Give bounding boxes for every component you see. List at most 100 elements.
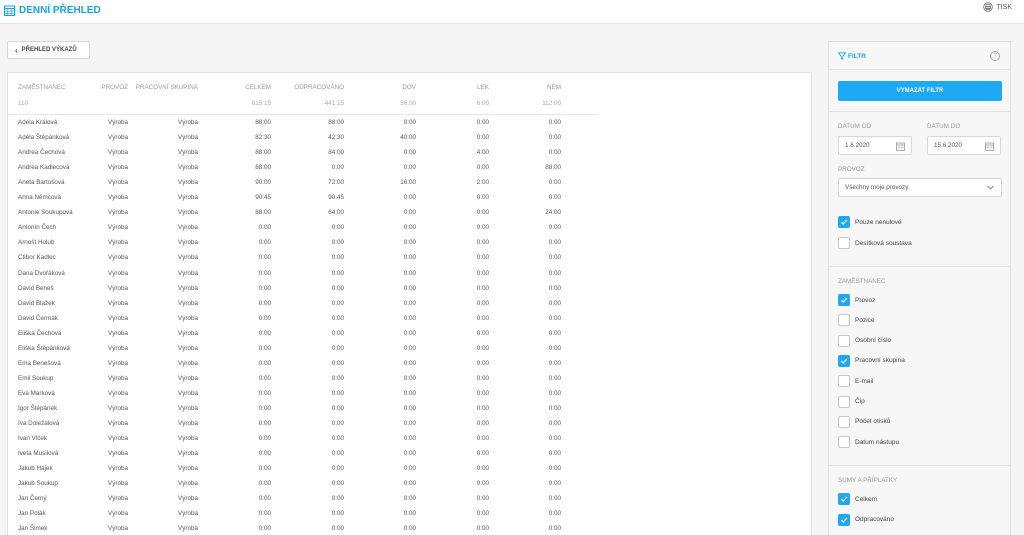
header-employee[interactable]: ZAMĚSTNANEC	[18, 84, 66, 91]
table-row[interactable]: Eva Marková Výroba Výroba 0:00 0:00 0:00 0:00 0…	[8, 386, 598, 401]
cell-employee: Emil Soukup	[18, 374, 54, 382]
checkbox-label: E-mail	[855, 377, 874, 385]
table-row[interactable]: Ctibor Kadlec Výroba Výroba 0:00 0:00 0:00 0:0…	[8, 250, 598, 265]
table-row[interactable]: Andrea Kadlecová Výroba Výroba 88:00 0:00 0:0…	[8, 160, 598, 175]
app-title: DENNÍ PŘEHLED	[4, 3, 101, 17]
cell-employee: Ema Benešová	[18, 359, 61, 367]
cell-employee: David Čermák	[18, 314, 58, 322]
employee-column-checkbox-7[interactable]: Datum nástupu	[838, 436, 900, 449]
table-row[interactable]: Andrea Čechová Výroba Výroba 88:00 84:00 0:00…	[8, 145, 598, 160]
table-row[interactable]: Jan Polák Výroba Výroba 0:00 0:00 0:00 0:00 0:0…	[8, 506, 598, 521]
employee-column-checkbox-6[interactable]: Počet otisků	[838, 415, 890, 428]
table-row[interactable]: Eliška Štěpánková Výroba Výroba 0:00 0:00 0:0…	[8, 341, 598, 356]
table-row[interactable]: Antonie Soukupová Výroba Výroba 88:00 64:00 0…	[8, 205, 598, 220]
employee-column-checkbox-4[interactable]: E-mail	[838, 375, 874, 388]
checkbox[interactable]	[838, 395, 850, 408]
checkbox-label: Pracovní skupina	[855, 357, 905, 365]
table-row[interactable]: Emil Soukup Výroba Výroba 0:00 0:00 0:00 0:00 0…	[8, 371, 598, 386]
cell-employee: Jakub Soukup	[18, 480, 58, 488]
table-row[interactable]: Adéla Štěpánková Výroba Výroba 82:30 42:30 40…	[8, 130, 598, 145]
sum-checkbox-0[interactable]: Celkem	[838, 493, 877, 505]
checkbox[interactable]	[838, 415, 850, 428]
top-bar: DENNÍ PŘEHLED TISK	[0, 0, 1024, 24]
option-checkbox-0[interactable]: Pouze nenulové	[838, 216, 902, 228]
table-row[interactable]: Arnošt Holub Výroba Výroba 0:00 0:00 0:00 0:00…	[8, 235, 598, 250]
employee-column-checkbox-0[interactable]: Provoz	[838, 294, 875, 306]
cell-employee: Jan Černý	[18, 495, 47, 503]
checkbox[interactable]	[838, 314, 850, 327]
table-row[interactable]: Ivan Vlček Výroba Výroba 0:00 0:00 0:00 0:00 0:…	[8, 431, 598, 446]
filter-sidebar: FILTR ? VYMAZAT FILTR DATUM OD DATUM DO …	[828, 41, 1011, 535]
table-row[interactable]: Aneta Bartošová Výroba Výroba 90:00 72:00 16:…	[8, 175, 598, 190]
date-to-input[interactable]: 15.6.2020	[927, 136, 1001, 155]
calendar-icon	[985, 142, 994, 151]
printer-icon	[983, 2, 994, 12]
date-from-input[interactable]: 1.6.2020	[838, 136, 912, 155]
filter-header: FILTR ?	[829, 42, 1010, 70]
table-row[interactable]: Antonín Čech Výroba Výroba 0:00 0:00 0:00 0:00…	[8, 220, 598, 235]
cell-employee: Aneta Bartošová	[18, 179, 65, 187]
table-row[interactable]: David Beneš Výroba Výroba 0:00 0:00 0:00 0:00 0…	[8, 281, 598, 296]
table-row[interactable]: Ema Benešová Výroba Výroba 0:00 0:00 0:00 0:00…	[8, 356, 598, 371]
employee-column-checkbox-3[interactable]: Pracovní skupina	[838, 354, 905, 367]
checkbox[interactable]	[838, 237, 850, 249]
provoz-select[interactable]: Všechny moje provozy	[838, 178, 1002, 197]
page-title: DENNÍ PŘEHLED	[19, 4, 101, 16]
option-checkbox-1[interactable]: Desítková soustava	[838, 237, 912, 249]
cell-employee: Iva Doležalová	[18, 420, 60, 427]
table-row[interactable]: Adéla Králová Výroba Výroba 88:00 88:00 0:00 0…	[8, 115, 598, 130]
checkmark-icon	[840, 496, 848, 502]
print-label: TISK	[996, 3, 1012, 11]
employee-column-checkbox-5[interactable]: Čip	[838, 395, 865, 408]
cell-employee: Antonie Soukupová	[18, 209, 73, 217]
checkbox-label: Desítková soustava	[855, 239, 912, 247]
cell-employee: Ctibor Kadlec	[18, 254, 56, 262]
print-button[interactable]: TISK	[983, 2, 1012, 12]
table-row[interactable]: Iva Doležalová Výroba Výroba 0:00 0:00 0:00 0:…	[8, 416, 598, 431]
filter-title: FILTR	[838, 52, 866, 60]
checkmark-icon	[840, 517, 848, 523]
cell-employee: Antonín Čech	[18, 224, 57, 232]
table-row[interactable]: David Čermák Výroba Výroba 0:00 0:00 0:00 0:00…	[8, 311, 598, 326]
checkbox[interactable]	[838, 354, 850, 367]
table-row[interactable]: Jakub Hájek Výroba Výroba 0:00 0:00 0:00 0:00 0…	[8, 461, 598, 476]
checkbox[interactable]	[838, 294, 850, 306]
cell-employee: David Blažek	[18, 299, 55, 307]
checkmark-icon	[840, 358, 848, 364]
table-row[interactable]: Jakub Soukup Výroba Výroba 0:00 0:00 0:00 0:00…	[8, 476, 598, 491]
date-to-label: DATUM DO	[927, 123, 961, 130]
employee-column-checkbox-2[interactable]: Osobní číslo	[838, 334, 891, 347]
checkbox-label: Datum nástupu	[855, 438, 900, 446]
clear-filter-button[interactable]: VYMAZAT FILTR	[838, 81, 1002, 101]
table-row[interactable]: Anna Němcová Výroba Výroba 90:45 90:45 0:00 0:…	[8, 190, 598, 205]
checkbox[interactable]	[838, 513, 850, 526]
cell-employee: Andrea Čechová	[18, 149, 65, 157]
employee-column-checkbox-1[interactable]: Pozice	[838, 314, 875, 327]
table-row[interactable]: Jan Černý Výroba Výroba 0:00 0:00 0:00 0:00 0:0…	[8, 491, 598, 506]
cell-employee: Arnošt Holub	[18, 239, 55, 247]
divider	[829, 266, 1010, 267]
checkbox[interactable]	[838, 375, 850, 388]
summary-employee-count: 110	[18, 100, 29, 107]
table-row[interactable]: Jan Šimek Výroba Výroba 0:00 0:00 0:00 0:00 0:0…	[8, 521, 598, 535]
checkbox[interactable]	[838, 216, 850, 228]
table-row[interactable]: David Blažek Výroba Výroba 0:00 0:00 0:00 0:00…	[8, 296, 598, 311]
checkbox[interactable]	[838, 334, 850, 347]
checkbox[interactable]	[838, 493, 850, 505]
cell-employee: Eva Marková	[18, 389, 55, 397]
cell-employee: Adéla Štěpánková	[18, 134, 70, 142]
back-to-reports-button[interactable]: ‹ PŘEHLED VÝKAZŮ	[7, 41, 90, 59]
sum-checkbox-1[interactable]: Odpracováno	[838, 513, 894, 526]
checkbox[interactable]	[838, 436, 850, 449]
divider	[829, 465, 1010, 466]
employee-section-title: ZAMĚSTNANEC	[838, 278, 886, 285]
table-row[interactable]: Iveta Musilová Výroba Výroba 0:00 0:00 0:00 0:…	[8, 446, 598, 461]
cell-employee: Andrea Kadlecová	[18, 164, 70, 172]
help-icon[interactable]: ?	[990, 51, 1000, 61]
cell-employee: Eliška Čechová	[18, 329, 62, 337]
table-row[interactable]: Dana Dvořáková Výroba Výroba 0:00 0:00 0:00 0:…	[8, 266, 598, 281]
table-row[interactable]: Eliška Čechová Výroba Výroba 0:00 0:00 0:00 0:…	[8, 326, 598, 341]
provoz-label: PROVOZ	[838, 166, 865, 173]
checkbox-label: Čip	[855, 398, 865, 405]
table-row[interactable]: Igor Štěpánek Výroba Výroba 0:00 0:00 0:00 0:0…	[8, 401, 598, 416]
